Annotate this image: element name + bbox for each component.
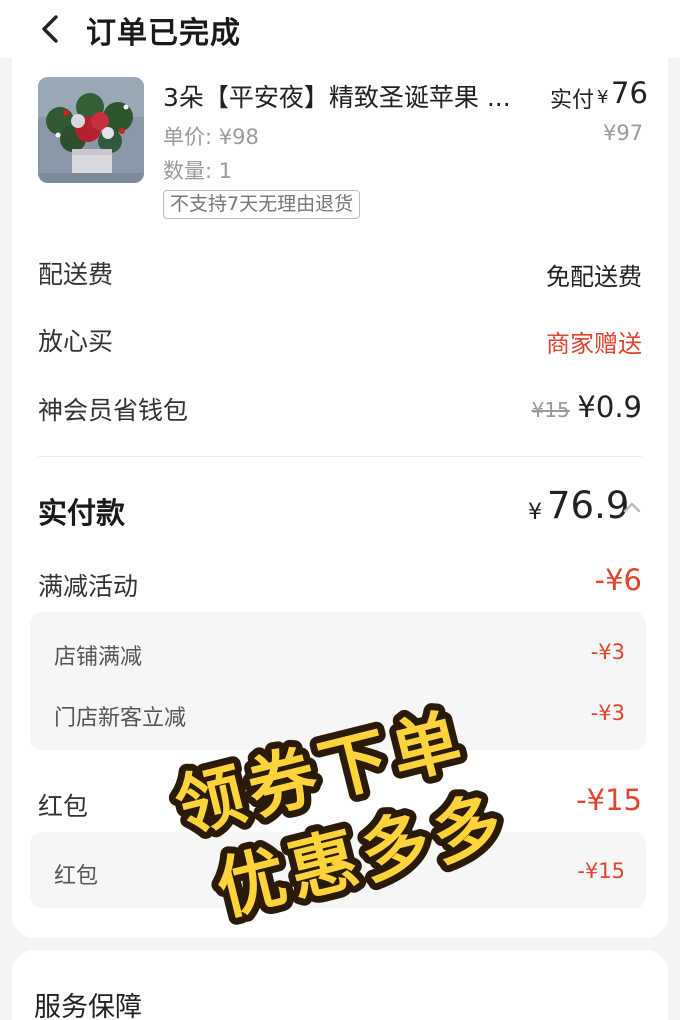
list-item-label: 红包 [54, 864, 99, 889]
original-price: ¥97 [603, 121, 644, 145]
list-item-value: -¥3 [590, 640, 625, 664]
divider [38, 456, 642, 457]
product-thumbnail[interactable] [38, 77, 144, 183]
total-paid-label: 实付款 [38, 496, 126, 530]
back-arrow-icon[interactable] [36, 12, 66, 46]
item-paid-label: 实付 [550, 88, 595, 113]
service-guarantee-title: 服务保障 [34, 992, 142, 1020]
item-paid-currency: ¥ [597, 87, 609, 108]
full-reduction-value: -¥6 [594, 563, 642, 597]
list-item-value: -¥3 [590, 701, 625, 725]
product-name[interactable]: 3朵【平安夜】精致圣诞苹果 ... [163, 78, 511, 114]
chevron-up-icon[interactable] [622, 498, 642, 516]
red-packet-label: 红包 [38, 792, 89, 821]
red-packet-value: -¥15 [576, 783, 642, 817]
quantity: 数量: 1 [163, 159, 233, 183]
assurance-label: 放心买 [38, 327, 114, 356]
assurance-value: 商家赠送 [546, 330, 642, 358]
page-title: 订单已完成 [86, 16, 241, 51]
item-paid-value: 76 [611, 76, 648, 110]
top-bar: 订单已完成 [0, 0, 680, 58]
list-item-value: -¥15 [577, 859, 625, 883]
member-wallet-label: 神会员省钱包 [38, 396, 189, 425]
red-packet-breakdown [30, 832, 646, 908]
list-item-label: 门店新客立减 [54, 706, 187, 731]
full-reduction-label: 满减活动 [38, 572, 139, 601]
delivery-fee-value: 免配送费 [546, 263, 642, 291]
member-wallet-price: ¥15 ¥0.9 [532, 390, 642, 424]
total-paid-currency: ¥ [528, 500, 542, 525]
total-paid-value: 76.9 [547, 484, 630, 527]
unit-price: 单价: ¥98 [163, 125, 259, 149]
member-wallet-value: ¥0.9 [577, 390, 642, 424]
list-item-label: 店铺满减 [54, 645, 143, 670]
delivery-fee-label: 配送费 [38, 260, 114, 289]
return-policy-tag: 不支持7天无理由退货 [163, 190, 361, 219]
member-wallet-original: ¥15 [531, 398, 570, 422]
